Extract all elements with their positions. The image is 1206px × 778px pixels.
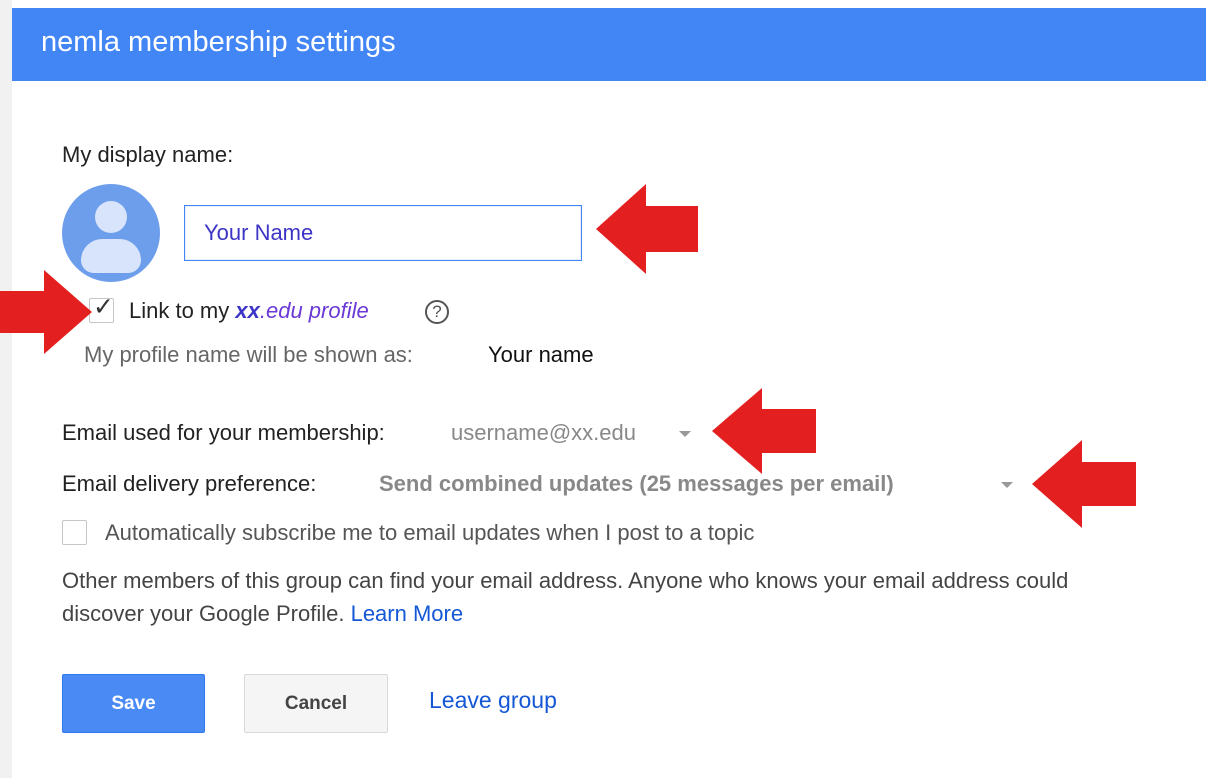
caret-down-icon[interactable] [1001,482,1013,488]
display-name-field[interactable] [184,205,582,261]
red-arrow-icon [0,270,92,354]
profile-domain-suffix: .edu profile [259,298,369,323]
learn-more-link[interactable]: Learn More [351,601,464,626]
profile-domain-bold: xx [235,298,260,323]
privacy-notice: Other members of this group can find you… [62,564,1122,630]
display-name-input[interactable] [185,206,581,260]
check-icon: ✓ [93,293,114,321]
caret-down-icon[interactable] [679,431,691,437]
membership-email-label: Email used for your membership: [62,420,385,445]
auto-subscribe-checkbox[interactable] [62,520,87,545]
membership-email-dropdown[interactable]: username@xx.edu [451,420,636,446]
auto-subscribe-label[interactable]: Automatically subscribe me to email upda… [105,520,754,546]
membership-settings-dialog: nemla membership settings My display nam… [12,0,1206,778]
save-button[interactable]: Save [62,674,205,733]
leave-group-link[interactable]: Leave group [429,687,557,714]
link-profile-label[interactable]: Link to my xx.edu profile [129,298,369,324]
dialog-header: nemla membership settings [12,8,1206,81]
display-name-label: My display name: [62,142,234,167]
dialog-title: nemla membership settings [41,26,396,58]
profile-shown-as-label: My profile name will be shown as: [84,342,413,367]
delivery-preference-dropdown[interactable]: Send combined updates (25 messages per e… [379,471,894,497]
red-arrow-icon [596,184,698,274]
person-avatar-icon [62,184,160,282]
link-profile-prefix: Link to my [129,298,236,323]
link-profile-checkbox[interactable]: ✓ [89,293,114,323]
help-circle-icon[interactable]: ? [425,300,449,324]
privacy-text: Other members of this group can find you… [62,568,1069,626]
profile-shown-as-value: Your name [488,342,594,367]
delivery-preference-label: Email delivery preference: [62,471,317,496]
red-arrow-icon [1032,440,1136,528]
red-arrow-icon [712,388,816,474]
cancel-button[interactable]: Cancel [244,674,388,733]
